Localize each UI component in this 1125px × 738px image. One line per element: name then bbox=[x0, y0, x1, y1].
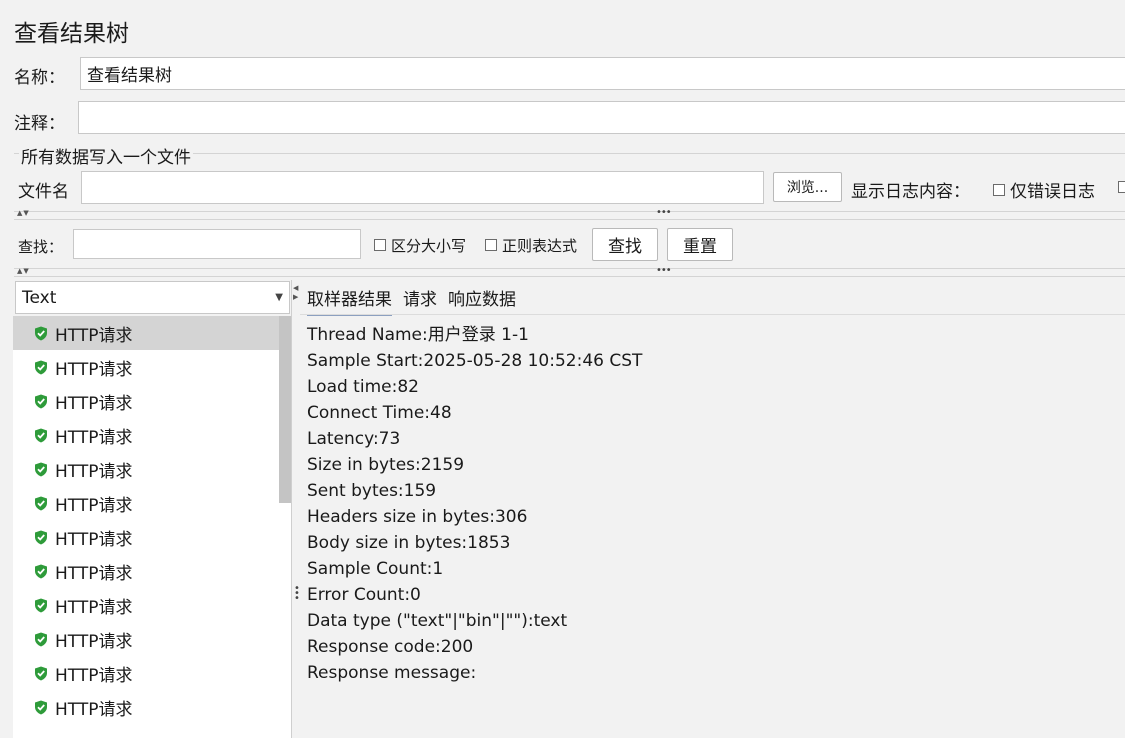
case-sensitive-checkbox[interactable]: 区分大小写 bbox=[374, 235, 466, 256]
success-shield-icon bbox=[35, 326, 47, 340]
regex-checkbox[interactable]: 正则表达式 bbox=[485, 235, 577, 256]
result-tab[interactable]: 响应数据 bbox=[448, 285, 516, 316]
tree-item-label: HTTP请求 bbox=[55, 597, 133, 618]
splitter2-top-line bbox=[14, 268, 1125, 269]
filename-input[interactable] bbox=[81, 171, 764, 204]
log-content-label: 显示日志内容： bbox=[851, 182, 970, 202]
collapse-arrows-icon[interactable]: ▲▼ bbox=[17, 209, 30, 217]
tree-item-label: HTTP请求 bbox=[55, 461, 133, 482]
sampler-result-line: Error Count:0 bbox=[307, 585, 421, 605]
sampler-result-line: Response message: bbox=[307, 663, 477, 683]
sampler-result-line: Size in bytes:2159 bbox=[307, 455, 465, 475]
sampler-result-line: Sample Start:2025-05-28 10:52:46 CST bbox=[307, 351, 643, 371]
sampler-result-line: Latency:73 bbox=[307, 429, 401, 449]
success-shield-icon bbox=[35, 564, 47, 578]
name-label: 名称： bbox=[14, 68, 65, 88]
sampler-result-line: Body size in bytes:1853 bbox=[307, 533, 511, 553]
tree-item-label: HTTP请求 bbox=[55, 529, 133, 550]
sampler-result-text: Thread Name:用户登录 1-1 Sample Start:2025-05… bbox=[307, 322, 642, 686]
case-sensitive-label: 区分大小写 bbox=[391, 237, 467, 255]
splitter-bottom-line bbox=[14, 219, 1125, 220]
reset-button[interactable]: 重置 bbox=[667, 228, 733, 261]
sampler-result-line: Headers size in bytes:306 bbox=[307, 507, 528, 527]
tree-item-label: HTTP请求 bbox=[55, 325, 133, 346]
errors-only-label: 仅错误日志 bbox=[1010, 182, 1095, 202]
tree-item-label: HTTP请求 bbox=[55, 393, 133, 414]
splitter2-grip-icon[interactable]: ••• bbox=[656, 265, 672, 276]
sampler-result-line: Connect Time:48 bbox=[307, 403, 452, 423]
result-tab[interactable]: 请求 bbox=[403, 285, 437, 316]
browse-button[interactable]: 浏览... bbox=[773, 172, 842, 202]
tree-item[interactable]: HTTP请求 bbox=[13, 690, 291, 724]
tree-item-label: HTTP请求 bbox=[55, 699, 133, 720]
result-tabs: 取样器结果 请求 响应数据 bbox=[307, 285, 516, 316]
splitter2-bottom-line bbox=[14, 276, 1125, 277]
file-section-legend: 所有数据写入一个文件 bbox=[19, 143, 193, 168]
success-shield-icon bbox=[35, 598, 47, 612]
success-shield-icon bbox=[35, 428, 47, 442]
panel-title: 查看结果树 bbox=[14, 21, 129, 47]
search-label: 查找： bbox=[18, 238, 64, 256]
tree-item-label: HTTP请求 bbox=[55, 427, 133, 448]
success-shield-icon bbox=[35, 632, 47, 646]
tabs-underline bbox=[300, 314, 1125, 315]
comment-input[interactable] bbox=[78, 101, 1125, 134]
errors-only-checkbox[interactable]: 仅错误日志 bbox=[993, 177, 1095, 202]
renderer-select[interactable]: Text ▼ bbox=[15, 281, 290, 314]
tree-item-label: HTTP请求 bbox=[55, 631, 133, 652]
tree-item[interactable]: HTTP请求 bbox=[13, 520, 291, 554]
collapse-left-right-icon[interactable]: ◀ ▶ bbox=[293, 284, 298, 302]
tree-item[interactable]: HTTP请求 bbox=[13, 486, 291, 520]
sampler-result-line: Sample Count:1 bbox=[307, 559, 444, 579]
tree-item[interactable]: HTTP请求 bbox=[13, 622, 291, 656]
success-shield-icon bbox=[35, 360, 47, 374]
collapse-arrows-icon-2[interactable]: ▲▼ bbox=[17, 267, 30, 275]
name-input[interactable]: 查看结果树 bbox=[80, 57, 1125, 90]
results-tree[interactable]: HTTP请求 HTTP请求 HTTP请求 HTTP请求 HTTP请求 HTTP请求 HTTP… bbox=[13, 316, 292, 738]
result-tab[interactable]: 取样器结果 bbox=[307, 285, 392, 316]
tree-item[interactable]: HTTP请求 bbox=[13, 384, 291, 418]
filename-label: 文件名 bbox=[18, 182, 69, 202]
case-sensitive-box[interactable] bbox=[374, 238, 386, 251]
success-shield-icon bbox=[35, 496, 47, 510]
chevron-down-icon: ▼ bbox=[275, 292, 283, 303]
vertical-grip-icon[interactable]: • • • bbox=[294, 584, 300, 604]
sampler-result-line: Sent bytes:159 bbox=[307, 481, 437, 501]
sampler-result-line: Load time:82 bbox=[307, 377, 419, 397]
success-shield-icon bbox=[35, 700, 47, 714]
comment-label: 注释： bbox=[14, 114, 65, 134]
regex-box[interactable] bbox=[485, 238, 497, 251]
sampler-result-line: Response code:200 bbox=[307, 637, 474, 657]
sampler-result-line: Thread Name:用户登录 1-1 bbox=[307, 325, 529, 345]
tree-item[interactable]: HTTP请求 bbox=[13, 588, 291, 622]
renderer-select-value: Text bbox=[22, 287, 57, 308]
success-only-checkbox[interactable] bbox=[1118, 181, 1125, 193]
tree-scrollbar-thumb[interactable] bbox=[279, 316, 291, 503]
tree-item-label: HTTP请求 bbox=[55, 495, 133, 516]
tree-item-label: HTTP请求 bbox=[55, 359, 133, 380]
success-shield-icon bbox=[35, 394, 47, 408]
regex-label: 正则表达式 bbox=[502, 237, 578, 255]
success-shield-icon bbox=[35, 666, 47, 680]
success-shield-icon bbox=[35, 530, 47, 544]
tree-item[interactable]: HTTP请求 bbox=[13, 656, 291, 690]
splitter-grip-icon[interactable]: ••• bbox=[656, 207, 672, 218]
tree-item-label: HTTP请求 bbox=[55, 563, 133, 584]
tree-item-label: HTTP请求 bbox=[55, 665, 133, 686]
tree-item[interactable]: HTTP请求 bbox=[13, 554, 291, 588]
tree-item[interactable]: HTTP请求 bbox=[13, 418, 291, 452]
tree-item[interactable]: HTTP请求 bbox=[13, 350, 291, 384]
tree-item[interactable]: HTTP请求 bbox=[13, 316, 291, 350]
success-shield-icon bbox=[35, 462, 47, 476]
sampler-result-line: Data type ("text"|"bin"|""):text bbox=[307, 611, 568, 631]
find-button[interactable]: 查找 bbox=[592, 228, 658, 261]
vertical-splitter[interactable] bbox=[291, 280, 300, 738]
search-input[interactable] bbox=[73, 229, 361, 259]
errors-only-box[interactable] bbox=[993, 184, 1005, 196]
splitter-top-line bbox=[14, 211, 1125, 212]
tree-item[interactable]: HTTP请求 bbox=[13, 452, 291, 486]
